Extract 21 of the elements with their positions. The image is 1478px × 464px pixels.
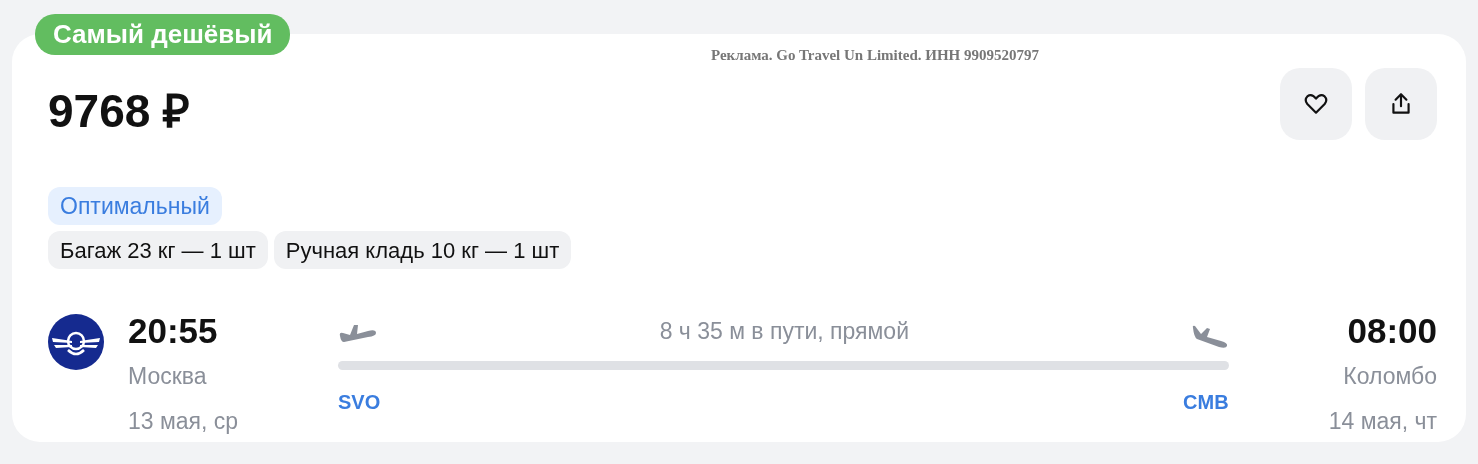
airport-code: CMB xyxy=(1183,390,1229,415)
winged-emblem-icon xyxy=(48,314,104,370)
price: 9768 ₽ xyxy=(48,88,191,134)
baggage-tag: Ручная кладь 10 кг — 1 шт xyxy=(273,231,572,269)
ad-label: Реклама. Go Travel Un Limited. ИНН 9909520797 xyxy=(709,46,1041,65)
flight-date: 14 мая, чт xyxy=(1328,406,1437,436)
duration-text: 8 ч 35 м в пути, прямой xyxy=(659,316,909,346)
share-button[interactable] xyxy=(1365,68,1437,140)
city-name: Москва xyxy=(128,362,208,391)
landing-plane-icon xyxy=(1190,325,1229,349)
flight-date: 13 мая, ср xyxy=(128,406,240,436)
baggage-tag: Багаж 23 кг — 1 шт xyxy=(48,231,268,269)
heart-icon xyxy=(1303,91,1329,117)
cheapest-badge: Самый дешёвый xyxy=(35,14,291,55)
takeoff-plane-icon xyxy=(338,322,378,344)
fare-tag: Оптимальный xyxy=(48,187,222,225)
departure-time: 20:55 xyxy=(128,311,219,351)
favorite-button[interactable] xyxy=(1280,68,1352,140)
city-name: Коломбо xyxy=(1343,362,1437,391)
arrival-time: 08:00 xyxy=(1347,311,1437,351)
airport-code: SVO xyxy=(338,390,381,415)
